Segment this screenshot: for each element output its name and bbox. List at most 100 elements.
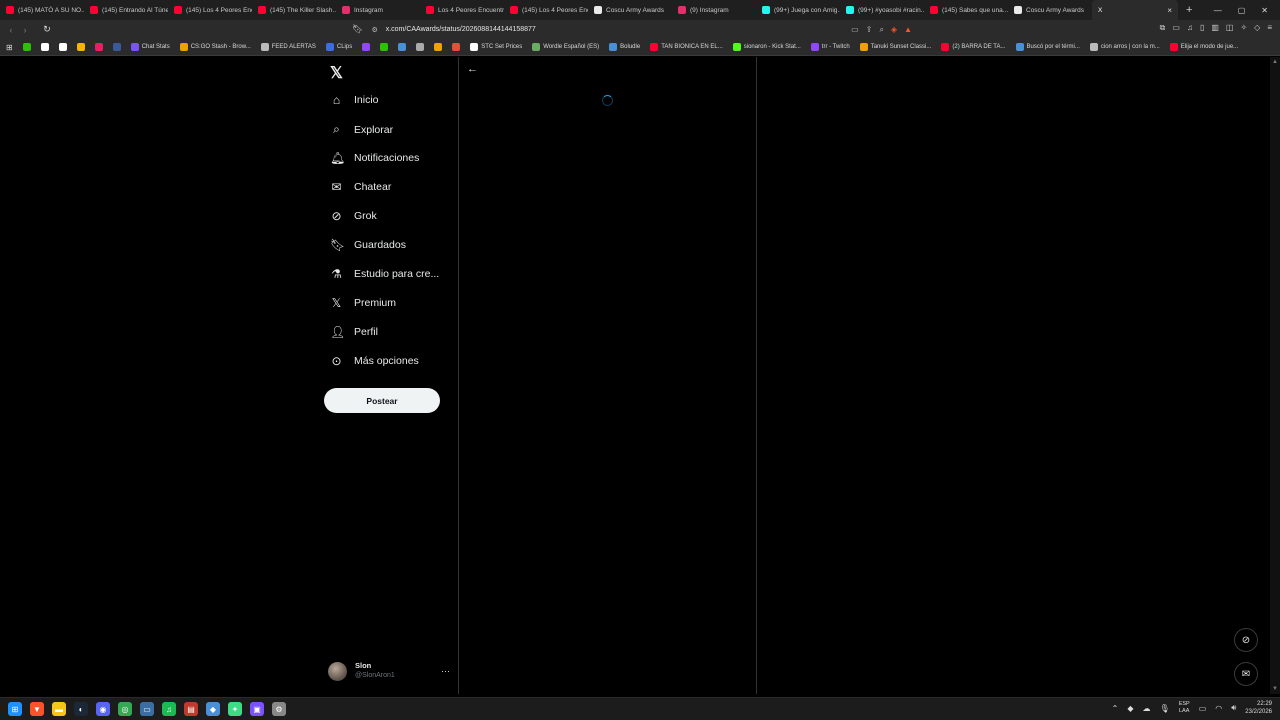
browser-tab[interactable]: Los 4 Peores Encuentr... xyxy=(420,0,504,20)
sidebar-item-inicio[interactable]: ⌂ Inicio xyxy=(330,93,379,107)
sidebar-item-chatear[interactable]: ✉ Chatear xyxy=(330,180,391,194)
close-tab-icon[interactable]: × xyxy=(1167,6,1172,15)
sidebar-item-más-opciones[interactable]: ⊙ Más opciones xyxy=(330,354,418,368)
bookmark-item[interactable]: cion arros | con la m... xyxy=(1089,43,1160,51)
site-info-icon[interactable]: ⚙ xyxy=(371,26,377,34)
sidebar-item-grok[interactable]: ⊘ Grok xyxy=(330,209,376,223)
discord-icon[interactable]: ◉ xyxy=(96,702,110,716)
steam-icon[interactable]: ◐ xyxy=(74,702,88,716)
browser-tab[interactable]: (145) The Killer Slash... xyxy=(252,0,336,20)
browser-tab[interactable]: (99+) #yoasobi #racin... xyxy=(840,0,924,20)
scroll-up-icon[interactable]: ▲ xyxy=(1272,59,1278,65)
url-text[interactable]: x.com/CAAwards/status/202608814414415887… xyxy=(386,26,536,33)
bookmark-item[interactable] xyxy=(398,43,407,51)
sidebar-item-estudio-para-cre[interactable]: ⚗ Estudio para cre... xyxy=(330,267,439,281)
maximize-button[interactable]: ▢ xyxy=(1238,6,1246,15)
browser-tab[interactable]: Instagram xyxy=(336,0,420,20)
apps-grid-icon[interactable]: ⊞ xyxy=(6,43,13,52)
chrome-icon[interactable]: ◎ xyxy=(118,702,132,716)
app2-icon[interactable]: ✦ xyxy=(228,702,242,716)
chevron-up-icon[interactable]: ⌃ xyxy=(1112,704,1119,713)
scroll-down-icon[interactable]: ▼ xyxy=(1272,686,1278,692)
bookmark-item[interactable]: FEED ALERTAS xyxy=(260,43,316,51)
network-app-icon[interactable]: ◆ xyxy=(1127,704,1133,713)
avatar[interactable] xyxy=(328,661,347,681)
extensions-icon[interactable]: ⧉ xyxy=(1160,23,1166,33)
page-scrollbar[interactable]: ▲ ▼ xyxy=(1270,57,1280,694)
browser-tab[interactable]: (145) MATÓ A SU NO... xyxy=(0,0,84,20)
leo-icon[interactable]: ✧ xyxy=(1240,23,1247,33)
bookmark-item[interactable]: Tanuki Sunset Classi... xyxy=(859,43,931,51)
app3-icon[interactable]: ▣ xyxy=(250,702,264,716)
bookmark-item[interactable]: TAN BIONICA EN EL... xyxy=(650,43,723,51)
recorder-icon[interactable]: ▤ xyxy=(184,702,198,716)
spotify-icon[interactable]: ♫ xyxy=(162,702,176,716)
brave-rewards-icon[interactable]: ▲ xyxy=(904,25,912,35)
bookmark-item[interactable] xyxy=(58,43,67,51)
back-arrow-icon[interactable]: ← xyxy=(467,63,478,75)
brave-icon[interactable]: ▼ xyxy=(30,702,44,716)
clock[interactable]: 22:29 23/2/2026 xyxy=(1245,700,1272,716)
split-icon[interactable]: ◫ xyxy=(1226,23,1234,33)
bookmark-item[interactable] xyxy=(362,43,371,51)
monitor-icon[interactable]: ▭ xyxy=(140,702,154,716)
bookmark-item[interactable] xyxy=(94,43,103,51)
bookmark-item[interactable]: sionaron - Kick Stat... xyxy=(732,43,801,51)
language-indicator[interactable]: ESP LAA xyxy=(1179,701,1190,715)
install-icon[interactable]: ▭ xyxy=(851,25,859,35)
reader-icon[interactable]: ▯ xyxy=(1200,23,1204,33)
bookmark-item[interactable] xyxy=(40,43,49,51)
vpn-icon[interactable]: ◇ xyxy=(1254,23,1260,33)
browser-tab[interactable]: (145) Los 4 Peores Enc... xyxy=(168,0,252,20)
minimize-button[interactable]: — xyxy=(1214,6,1222,15)
back-nav-button[interactable]: ‹ xyxy=(4,25,18,35)
bookmark-item[interactable]: CLips xyxy=(325,43,352,51)
active-tab[interactable]: X × xyxy=(1092,0,1178,20)
more-icon[interactable]: ··· xyxy=(441,666,450,676)
bookmark-item[interactable]: Chat Stats xyxy=(130,43,170,51)
windows-start-icon[interactable]: ⊞ xyxy=(8,702,22,716)
bookmark-item[interactable]: Buscó por el térmi... xyxy=(1015,43,1080,51)
sidebar-item-notificaciones[interactable]: 🔔︎ Notificaciones xyxy=(330,151,419,165)
volume-icon[interactable]: 🔊︎ xyxy=(1231,703,1236,713)
sidebar-item-perfil[interactable]: 👤︎ Perfil xyxy=(330,325,378,339)
browser-tab[interactable]: Coscu Army Awards xyxy=(1008,0,1092,20)
browser-tab[interactable]: (145) Los 4 Peores Enc... xyxy=(504,0,588,20)
sidebar-item-explorar[interactable]: ⌕ Explorar xyxy=(330,122,393,137)
zoom-icon[interactable]: ⌕ xyxy=(879,25,883,35)
sidebar-item-guardados[interactable]: 🔖︎ Guardados xyxy=(330,238,406,252)
menu-icon[interactable]: ≡ xyxy=(1267,23,1272,33)
bookmark-item[interactable] xyxy=(434,43,443,51)
bookmark-item[interactable] xyxy=(112,43,121,51)
bookmark-item[interactable]: Boludle xyxy=(609,43,640,51)
bookmark-item[interactable]: trr - Twitch xyxy=(810,43,850,51)
browser-tab[interactable]: (99+) Juega con Amig... xyxy=(756,0,840,20)
onedrive-icon[interactable]: ☁ xyxy=(1143,704,1151,713)
bookmark-item[interactable] xyxy=(22,43,31,51)
browser-tab[interactable]: Coscu Army Awards xyxy=(588,0,672,20)
sidebar-toggle-icon[interactable]: ▥ xyxy=(1211,23,1219,33)
x-logo-icon[interactable]: 𝕏 xyxy=(330,63,343,83)
bookmark-item[interactable]: Wordle Español (ES) xyxy=(532,43,599,51)
post-button[interactable]: Postear xyxy=(324,388,440,413)
settings-icon[interactable]: ⚙ xyxy=(272,702,286,716)
messages-fab-icon[interactable]: ✉ xyxy=(1234,662,1258,686)
forward-nav-button[interactable]: › xyxy=(18,25,32,35)
bookmark-item[interactable] xyxy=(76,43,85,51)
account-switcher[interactable]: Slon @SlonAron1 ··· xyxy=(328,659,450,683)
close-window-button[interactable]: ✕ xyxy=(1261,6,1268,15)
bookmark-item[interactable] xyxy=(380,43,389,51)
mic-icon[interactable]: 🎙︎ xyxy=(1160,704,1170,713)
brave-shields-icon[interactable]: ◈ xyxy=(891,25,897,35)
bookmark-item[interactable]: CS:GO Stash - Brow... xyxy=(179,43,251,51)
wallet-icon[interactable]: ▭ xyxy=(1172,23,1180,33)
new-tab-button[interactable]: + xyxy=(1178,4,1200,16)
browser-tab[interactable]: (9) Instagram xyxy=(672,0,756,20)
app-icon[interactable]: ◆ xyxy=(206,702,220,716)
file-explorer-icon[interactable]: ▬ xyxy=(52,702,66,716)
browser-tab[interactable]: (145) Sabes que una... xyxy=(924,0,1008,20)
bookmark-item[interactable] xyxy=(416,43,425,51)
bookmark-item[interactable]: Elija el modo de jue... xyxy=(1169,43,1238,51)
share-icon[interactable]: ⇪ xyxy=(866,25,873,35)
grok-fab-icon[interactable]: ⊘ xyxy=(1234,628,1258,652)
